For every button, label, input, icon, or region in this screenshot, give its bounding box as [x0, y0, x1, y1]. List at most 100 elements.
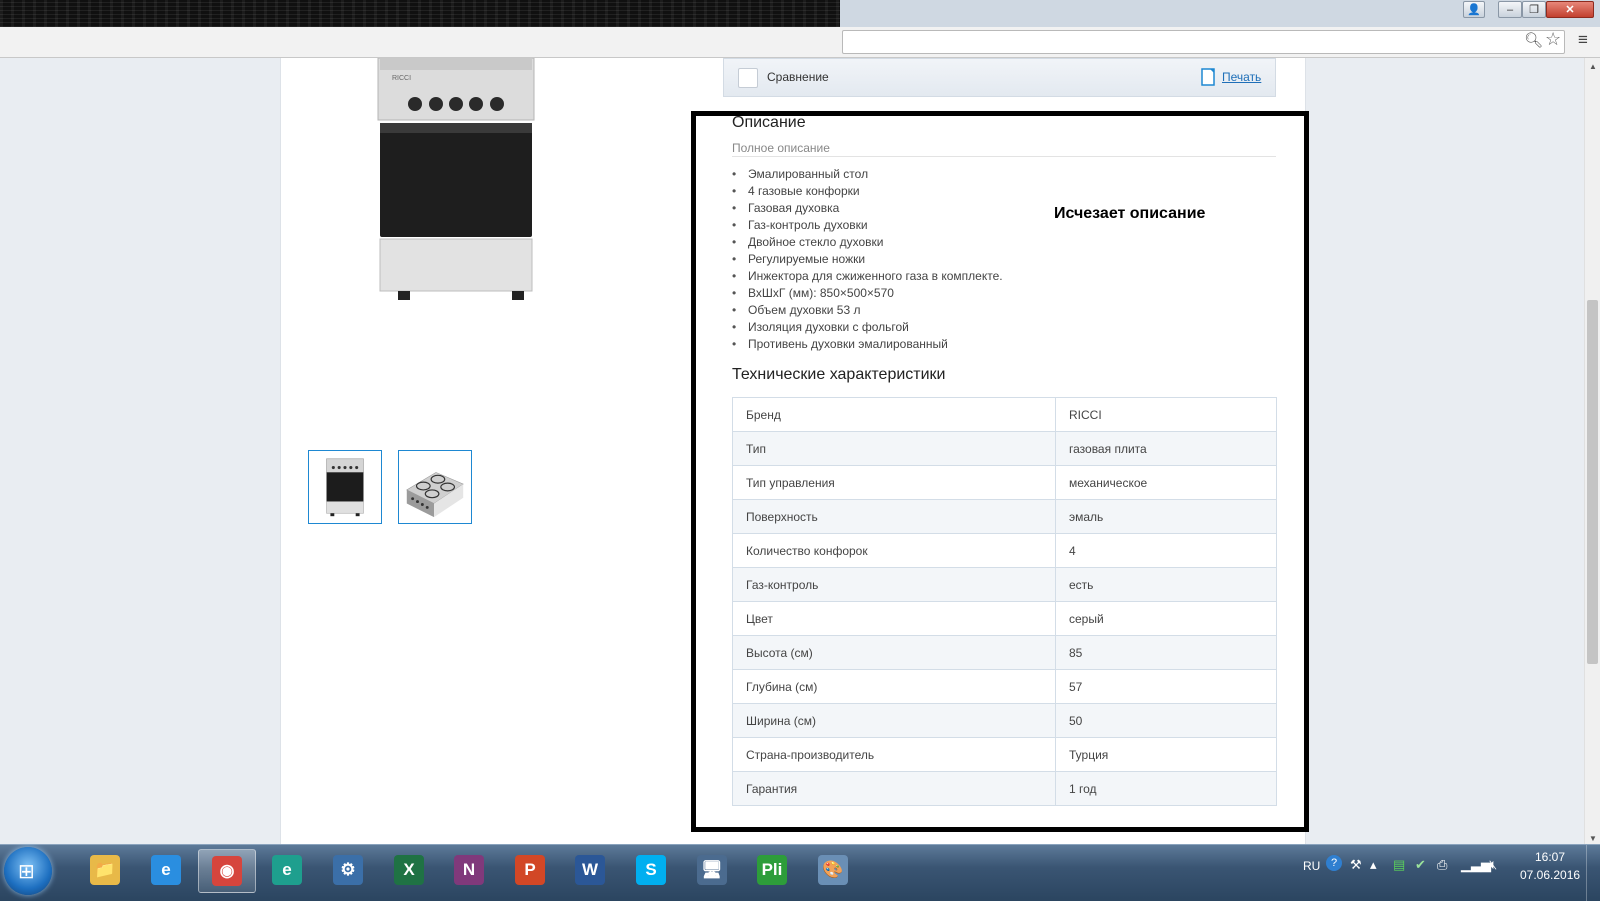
taskbar-paint-button[interactable]: 🎨: [805, 849, 861, 891]
taskbar-edge-e-button[interactable]: e: [259, 849, 315, 891]
product-page: RICCI Сравнение Печать Описание Полное о…: [280, 58, 1309, 844]
spec-key: Бренд: [732, 397, 1056, 432]
thumbnail-top[interactable]: [398, 450, 472, 524]
print-link[interactable]: Печать: [1222, 70, 1261, 84]
spec-row: Бренд RICCI: [732, 397, 1277, 432]
feature-item: Инжектора для сжиженного газа в комплект…: [732, 268, 1003, 285]
spec-value: Турция: [1055, 737, 1277, 772]
spec-value: RICCI: [1055, 397, 1277, 432]
feature-item: Объем духовки 53 л: [732, 302, 1003, 319]
spec-row: Тип управления механическое: [732, 465, 1277, 500]
tray-printer-icon[interactable]: ⎙: [1437, 857, 1447, 873]
taskbar-word-button[interactable]: W: [562, 849, 618, 891]
network-monitor-icon: 🖥: [697, 855, 727, 885]
excel-icon: X: [394, 855, 424, 885]
chrome-icon: ◉: [212, 856, 242, 886]
taskbar-excel-button[interactable]: X: [381, 849, 437, 891]
spec-row: Гарантия 1 год: [732, 771, 1277, 806]
taskbar-network-monitor-button[interactable]: 🖥: [684, 849, 740, 891]
clock-date[interactable]: 07.06.2016: [1520, 868, 1580, 882]
spec-value: есть: [1055, 567, 1277, 602]
scrollbar-thumb[interactable]: [1587, 300, 1598, 664]
feature-item: 4 газовые конфорки: [732, 183, 1003, 200]
compare-label[interactable]: Сравнение: [767, 70, 829, 84]
spec-row: Ширина (см) 50: [732, 703, 1277, 738]
clock-time[interactable]: 16:07: [1535, 850, 1565, 864]
compare-print-bar: Сравнение Печать: [723, 58, 1276, 97]
word-icon: W: [575, 855, 605, 885]
language-indicator[interactable]: RU: [1303, 859, 1320, 873]
feature-item: Газовая духовка: [732, 200, 1003, 217]
feature-item: ВхШхГ (мм): 850×500×570: [732, 285, 1003, 302]
skype-icon: S: [636, 855, 666, 885]
spec-key: Количество конфорок: [732, 533, 1056, 568]
spec-row: Поверхность эмаль: [732, 499, 1277, 534]
internet-explorer-icon: e: [151, 855, 181, 885]
windows-taskbar: ⊞ 📁 e ◉ e ⚙ X N P W S 🖥 Pli 🎨 RU ? ⚒ ▴ ▤ ✔ ⎙ ▁▃▅ 🔇︎ …: [0, 844, 1600, 901]
spec-key: Поверхность: [732, 499, 1056, 534]
scroll-down-icon[interactable]: ▼: [1589, 834, 1597, 843]
paint-icon: 🎨: [818, 855, 848, 885]
taskbar-powerpoint-button[interactable]: P: [502, 849, 558, 891]
tray-app-icon[interactable]: ▤: [1393, 857, 1405, 873]
spec-key: Гарантия: [732, 771, 1056, 806]
taskbar-internet-explorer-button[interactable]: e: [138, 849, 194, 891]
bookmark-star-icon[interactable]: ☆: [1545, 29, 1561, 50]
annotation-label: Исчезает описание: [1054, 205, 1206, 222]
tray-check-icon[interactable]: ✔: [1415, 857, 1426, 873]
feature-item: Эмалированный стол: [732, 166, 1003, 183]
spec-row: Цвет серый: [732, 601, 1277, 636]
spec-key: Тип управления: [732, 465, 1056, 500]
taskbar-pli-app-button[interactable]: Pli: [744, 849, 800, 891]
spec-value: 4: [1055, 533, 1277, 568]
spec-value: 57: [1055, 669, 1277, 704]
network-signal-icon[interactable]: ▁▃▅: [1461, 857, 1491, 873]
help-icon[interactable]: ?: [1326, 855, 1342, 871]
browser-menu-icon[interactable]: ≡: [1578, 30, 1588, 50]
spec-row: Глубина (см) 57: [732, 669, 1277, 704]
start-button[interactable]: ⊞: [4, 847, 52, 895]
taskbar-explorer-button[interactable]: 📁: [77, 849, 133, 891]
taskbar-chrome-button[interactable]: ◉: [198, 849, 256, 893]
settings-icon: ⚙: [333, 855, 363, 885]
thumbnail-front[interactable]: [308, 450, 382, 524]
spec-value: газовая плита: [1055, 431, 1277, 466]
product-photo[interactable]: RICCI: [308, 58, 608, 323]
show-hidden-icons-icon[interactable]: ▴: [1370, 857, 1377, 873]
spec-row: Страна-производитель Турция: [732, 737, 1277, 772]
address-bar[interactable]: [842, 30, 1565, 54]
feature-list: Эмалированный стол4 газовые конфоркиГазо…: [732, 166, 1003, 353]
pli-app-icon: Pli: [757, 855, 787, 885]
maximize-button[interactable]: ❐: [1522, 1, 1546, 18]
zoom-icon[interactable]: 🔍︎: [1524, 31, 1543, 49]
spec-value: 85: [1055, 635, 1277, 670]
minimize-button[interactable]: –: [1498, 1, 1522, 18]
taskbar-skype-button[interactable]: S: [623, 849, 679, 891]
feature-item: Регулируемые ножки: [732, 251, 1003, 268]
spec-value: 50: [1055, 703, 1277, 738]
taskbar-onenote-button[interactable]: N: [441, 849, 497, 891]
show-desktop-button[interactable]: [1586, 845, 1600, 901]
profile-button[interactable]: 👤: [1463, 1, 1485, 18]
spec-row: Тип газовая плита: [732, 431, 1277, 466]
taskbar-settings-button[interactable]: ⚙: [320, 849, 376, 891]
full-description-tab[interactable]: Полное описание: [732, 141, 830, 155]
spec-value: эмаль: [1055, 499, 1277, 534]
print-icon[interactable]: [1201, 68, 1215, 86]
spec-value: серый: [1055, 601, 1277, 636]
divider: [732, 156, 1276, 157]
explorer-icon: 📁: [90, 855, 120, 885]
tray-tool-icon[interactable]: ⚒: [1350, 857, 1362, 873]
volume-muted-icon[interactable]: 🔇︎: [1489, 857, 1497, 873]
spec-row: Газ-контроль есть: [732, 567, 1277, 602]
specs-title: Технические характеристики: [732, 366, 946, 383]
spec-key: Цвет: [732, 601, 1056, 636]
spec-row: Высота (см) 85: [732, 635, 1277, 670]
spec-key: Высота (см): [732, 635, 1056, 670]
close-button[interactable]: ✕: [1546, 1, 1594, 18]
scroll-up-icon[interactable]: ▲: [1589, 62, 1597, 71]
browser-toolbar: 🔍︎ ☆ ≡: [0, 27, 1600, 58]
compare-checkbox[interactable]: [738, 68, 758, 88]
feature-item: Изоляция духовки с фольгой: [732, 319, 1003, 336]
spec-value: 1 год: [1055, 771, 1277, 806]
